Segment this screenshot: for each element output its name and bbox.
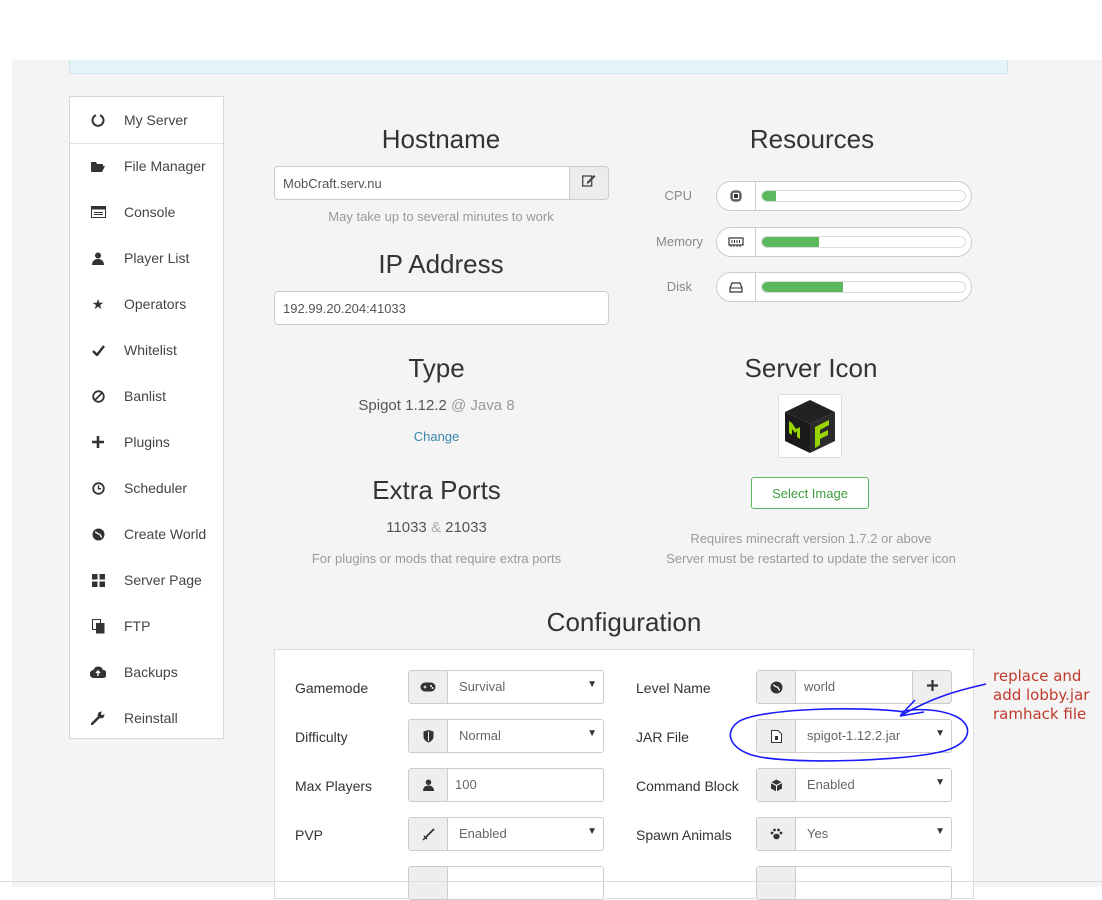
annotation-line-1: replace and (993, 667, 1082, 685)
annotation-drawing (729, 683, 987, 762)
annotation-line-2: add lobby.jar (993, 686, 1090, 704)
annotation-ellipse (729, 708, 969, 762)
annotation-note: replace and add lobby.jar ramhack file (993, 667, 1089, 724)
annotation-line-3: ramhack file (993, 705, 1087, 723)
